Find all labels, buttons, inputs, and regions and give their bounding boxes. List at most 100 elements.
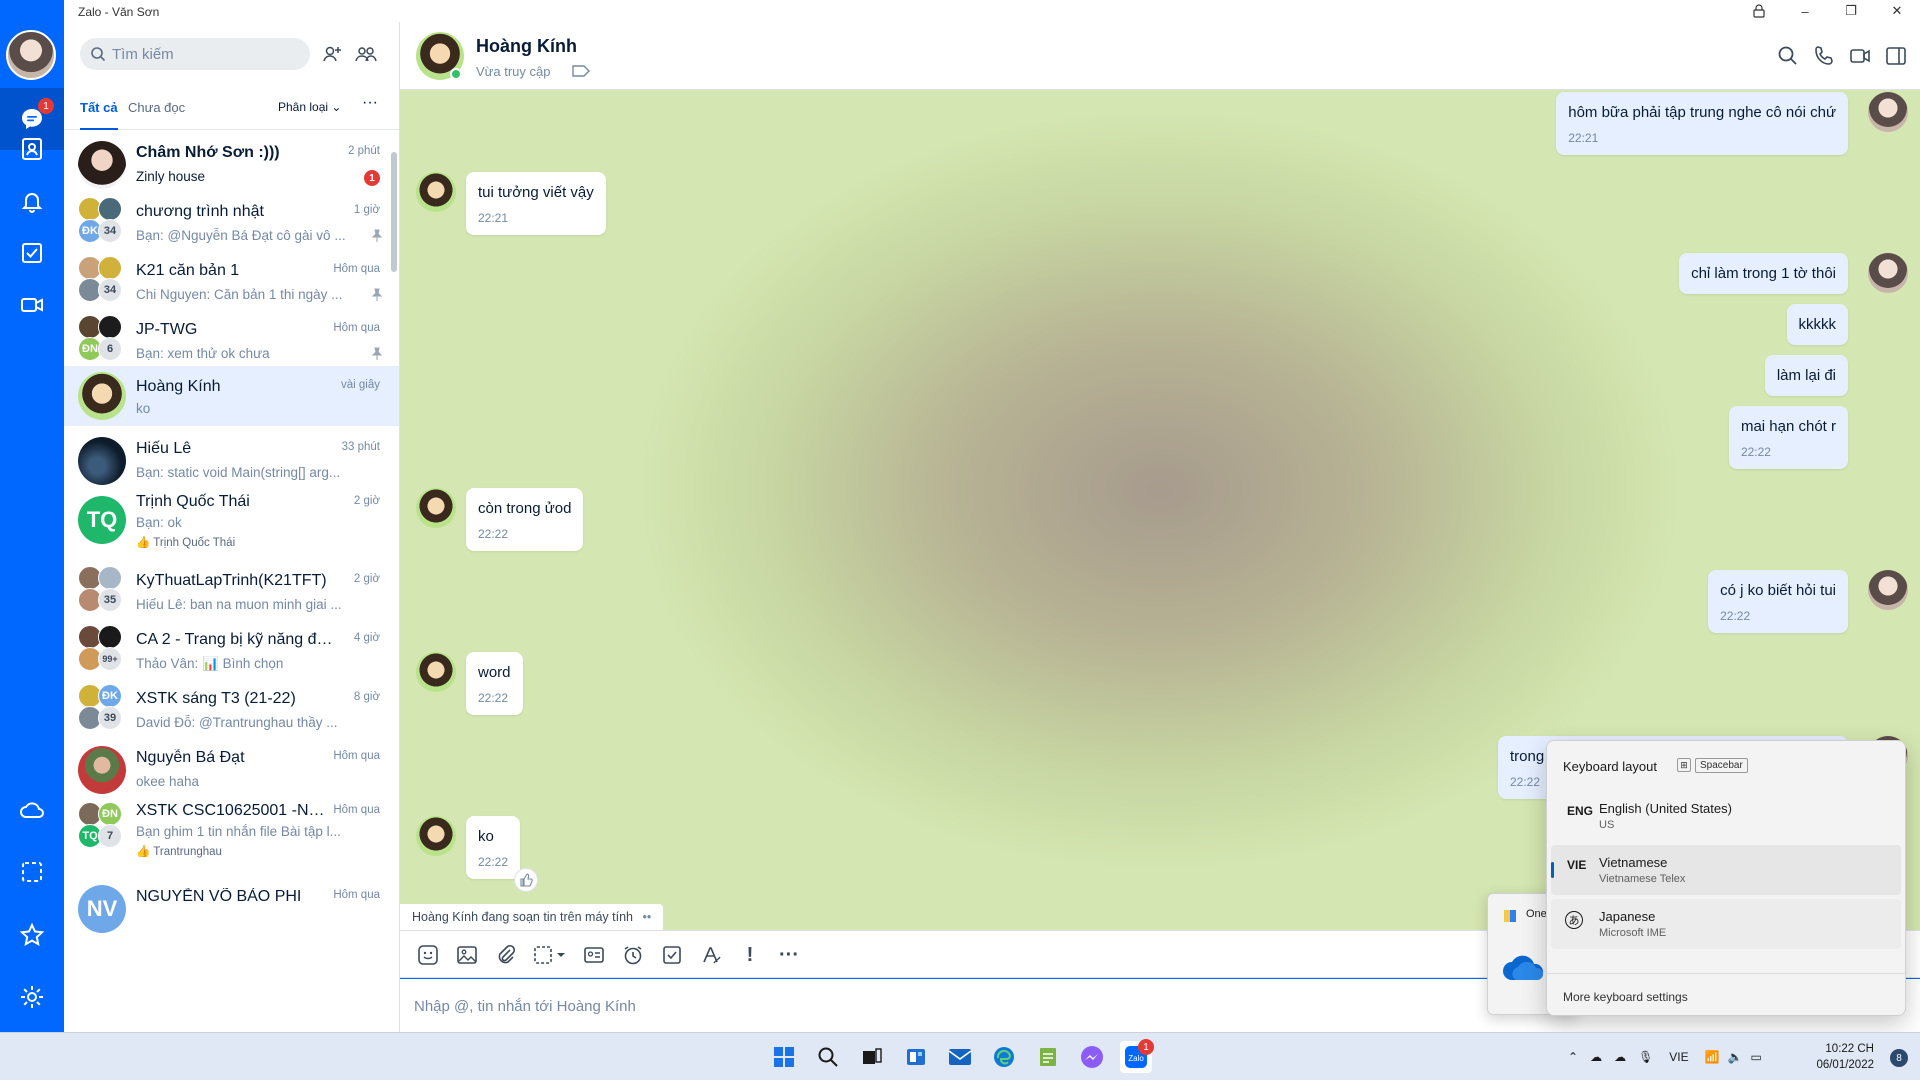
more-options-icon[interactable]: ··· (362, 94, 378, 112)
nav-screenshot[interactable] (0, 841, 64, 903)
typing-text: Hoàng Kính đang soạn tin trên máy tính (412, 910, 633, 924)
tag-icon[interactable] (572, 64, 590, 78)
message-time: 22:22 (478, 855, 509, 869)
file-icon (1504, 910, 1516, 922)
zalo-taskbar-icon[interactable]: Zalo 1 (1120, 1039, 1154, 1073)
avatar[interactable] (1868, 92, 1908, 132)
tab-unread[interactable]: Chưa đọc (128, 100, 185, 115)
chat-badge: 1 (38, 98, 54, 114)
conversation-name: JP-TWG (136, 321, 198, 338)
group-avatar: ĐK 34 (78, 197, 130, 249)
avatar[interactable] (1868, 570, 1908, 610)
search-input[interactable] (112, 45, 292, 63)
user-avatar[interactable] (6, 30, 56, 80)
image-icon[interactable] (455, 943, 479, 967)
message-time: 22:22 (478, 527, 509, 541)
conversation-preview: David Đỗ: @Trantrunghau thầy ... (136, 715, 338, 730)
like-reaction-icon[interactable] (514, 868, 538, 892)
format-text-icon[interactable] (699, 943, 723, 967)
microphone-icon[interactable]: 🎙 (1638, 1050, 1653, 1064)
conversation-item[interactable]: NV NGUYỄN VÕ BẢO PHI Hôm qua (64, 874, 399, 946)
message-input[interactable] (414, 993, 1414, 1019)
minimize-button[interactable]: – (1782, 0, 1828, 22)
capture-icon[interactable] (533, 943, 569, 967)
nav-cloud[interactable] (0, 779, 64, 841)
sticker-icon[interactable] (416, 943, 440, 967)
list-scrollbar[interactable] (391, 152, 397, 272)
conversation-item[interactable]: TQ Trịnh Quốc Thái Bạn: ok 👍 Trịnh Quốc … (64, 485, 399, 565)
message-bubble-incoming[interactable]: còn trong ửod 22:22 (466, 488, 584, 551)
task-icon[interactable] (660, 943, 684, 967)
clock[interactable]: 10:22 CH 06/01/2022 (1816, 1041, 1874, 1073)
attachment-icon[interactable] (494, 943, 518, 967)
avatar: TQ (78, 496, 126, 544)
message-bubble-outgoing[interactable]: có j ko biết hỏi tui 22:22 (1708, 570, 1848, 633)
widgets-icon[interactable] (900, 1041, 932, 1073)
message-bubble-incoming[interactable]: ko 22:22 (466, 816, 521, 879)
layout-option-vie[interactable]: VIE Vietnamese Vietnamese Telex (1551, 845, 1901, 895)
important-icon[interactable]: ! (738, 943, 762, 967)
conversation-time: 1 giờ (353, 204, 380, 216)
message-text: tui tưởng viết vậy (478, 184, 594, 201)
message-time: 22:22 (478, 691, 509, 705)
nav-video[interactable] (0, 274, 64, 336)
layout-option-jpn[interactable]: あ Japanese Microsoft IME (1551, 899, 1901, 949)
contact-name[interactable]: Hoàng Kính (476, 36, 577, 57)
filter-dropdown[interactable]: Phân loại ⌄ (278, 100, 341, 114)
notification-badge[interactable]: 8 (1890, 1049, 1908, 1067)
search-icon[interactable] (1776, 44, 1800, 68)
phone-icon[interactable] (1812, 44, 1836, 68)
more-icon[interactable]: ··· (777, 943, 801, 967)
reaction-line: 👍 Trantrunghau (136, 846, 222, 858)
close-button[interactable]: ✕ (1874, 0, 1920, 22)
reminder-icon[interactable] (621, 943, 645, 967)
more-keyboard-settings-link[interactable]: More keyboard settings (1563, 990, 1688, 1004)
sidebar-toggle-icon[interactable] (1884, 44, 1908, 68)
start-icon[interactable] (768, 1041, 800, 1073)
message-bubble-outgoing[interactable]: hôm bữa phải tập trung nghe cô nói chứ 2… (1556, 92, 1848, 155)
avatar[interactable] (416, 488, 456, 528)
task-view-icon[interactable] (856, 1041, 888, 1073)
avatar[interactable] (1868, 253, 1908, 293)
notes-app-icon[interactable] (1032, 1041, 1064, 1073)
language-indicator[interactable]: VIE (1669, 1050, 1688, 1064)
video-call-icon[interactable] (1848, 44, 1872, 68)
message-bubble-incoming[interactable]: word 22:22 (466, 652, 523, 715)
conversation-list-panel: Tất cả Chưa đọc Phân loại ⌄ ··· Châm Nhớ… (64, 22, 400, 1032)
edge-icon[interactable] (988, 1041, 1020, 1073)
avatar[interactable] (416, 172, 456, 212)
chevron-up-icon[interactable]: ⌃ (1568, 1050, 1578, 1064)
layout-type: US (1599, 819, 1615, 831)
conversation-item[interactable]: ĐN TQ 7 XSTK CSC10625001 -Nhó... Bạn ghi… (64, 794, 399, 874)
wifi-icon[interactable]: 📶 (1705, 1050, 1720, 1064)
conversation-time: Hôm qua (333, 322, 380, 334)
onedrive-tray-icon[interactable]: ☁ (1590, 1050, 1602, 1064)
layout-option-eng[interactable]: ENG English (United States) US (1551, 791, 1901, 841)
contact-card-icon[interactable] (582, 943, 606, 967)
message-bubble-outgoing[interactable]: kkkkk (1786, 304, 1848, 345)
messenger-icon[interactable] (1076, 1041, 1108, 1073)
search-icon[interactable] (812, 1041, 844, 1073)
avatar[interactable] (416, 652, 456, 692)
message-bubble-outgoing[interactable]: chỉ làm trong 1 tờ thôi (1679, 253, 1848, 294)
message-bubble-outgoing[interactable]: mai hạn chót r 22:22 (1728, 406, 1848, 469)
message-bubble-outgoing[interactable]: làm lại đi (1764, 355, 1848, 396)
maximize-button[interactable]: ❐ (1828, 0, 1874, 22)
create-group-icon[interactable] (354, 42, 378, 66)
cloud-tray-icon[interactable]: ☁ (1614, 1050, 1626, 1064)
mail-icon[interactable] (944, 1041, 976, 1073)
avatar[interactable] (416, 816, 456, 856)
add-friend-icon[interactable] (320, 42, 344, 66)
battery-icon[interactable]: ▭ (1751, 1050, 1762, 1064)
search-box[interactable] (80, 38, 310, 70)
conversation-item-active[interactable]: Hoàng Kính ko vài giây (64, 366, 399, 426)
message-bubble-incoming[interactable]: tui tưởng viết vậy 22:21 (466, 172, 606, 235)
tab-all[interactable]: Tất cả (80, 100, 118, 130)
layout-language: Vietnamese (1599, 855, 1668, 870)
chevron-down-icon: ⌄ (331, 100, 342, 114)
lock-icon[interactable] (1736, 0, 1782, 22)
window-controls: – ❐ ✕ (1736, 0, 1920, 22)
nav-settings[interactable] (0, 966, 64, 1028)
nav-starred[interactable] (0, 904, 64, 966)
volume-icon[interactable]: 🔈 (1728, 1050, 1743, 1064)
